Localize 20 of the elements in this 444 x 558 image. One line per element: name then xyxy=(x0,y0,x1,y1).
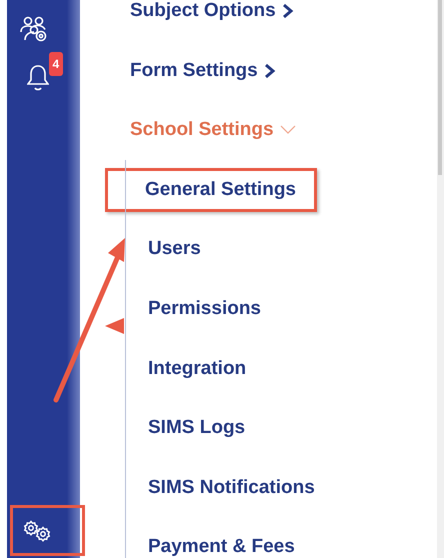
chevron-down-icon xyxy=(280,125,296,136)
submenu-item[interactable]: Payment & Fees xyxy=(148,536,295,558)
scrollbar-thumb[interactable] xyxy=(438,0,442,175)
gears-icon xyxy=(23,520,51,542)
submenu-item[interactable]: General Settings xyxy=(105,168,317,212)
users-settings-icon[interactable] xyxy=(20,16,48,42)
submenu-item[interactable]: Permissions xyxy=(148,298,261,320)
notification-bell-icon[interactable] xyxy=(26,64,48,92)
scrollbar[interactable] xyxy=(437,0,444,558)
chevron-right-icon xyxy=(282,3,294,19)
submenu-item[interactable]: SIMS Logs xyxy=(148,417,246,440)
menu-item[interactable]: Subject Options xyxy=(130,0,294,22)
pointer-triangle xyxy=(105,318,124,334)
submenu-item[interactable]: Integration xyxy=(148,358,246,380)
submenu-item[interactable]: SIMS Notifications xyxy=(148,476,315,499)
settings-button[interactable] xyxy=(10,505,85,556)
menu-item[interactable]: Form Settings xyxy=(130,60,276,82)
notification-badge: 4 xyxy=(48,52,64,76)
submenu-item[interactable]: Users xyxy=(148,238,201,260)
chevron-right-icon xyxy=(264,62,276,79)
